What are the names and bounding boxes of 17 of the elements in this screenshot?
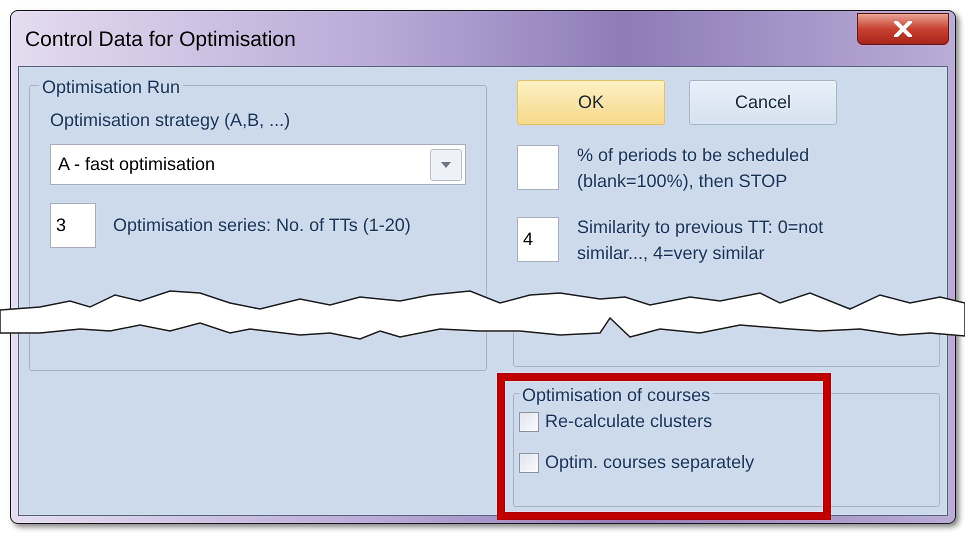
checkbox-option[interactable]: Optim. courses separately	[519, 449, 754, 476]
caret-icon	[441, 162, 451, 168]
close-icon	[894, 21, 912, 37]
number-field[interactable]: 3	[50, 203, 96, 248]
close-button[interactable]	[857, 13, 949, 45]
field-label: % of periods to be scheduled (blank=100%), then STOP	[577, 144, 810, 193]
ok-button[interactable]: OK	[517, 80, 665, 125]
number-field[interactable]: 4	[517, 217, 559, 262]
checkbox-option[interactable]: Re-calculate clusters	[519, 408, 754, 435]
window-title: Control Data for Optimisation	[25, 27, 296, 53]
cancel-button[interactable]: Cancel	[689, 80, 837, 125]
field-label: Optimisation series: No. of TTs (1-20)	[113, 214, 411, 237]
field-label: Optimisation strategy (A,B, ...)	[50, 109, 292, 132]
number-field[interactable]	[517, 145, 559, 190]
dropdown-arrow-button[interactable]	[430, 148, 462, 180]
strategy-dropdown[interactable]: A - fast optimisation	[50, 144, 466, 185]
field-label: Similarity to previous TT: 0=not similar..., 4=very similar	[577, 216, 824, 265]
